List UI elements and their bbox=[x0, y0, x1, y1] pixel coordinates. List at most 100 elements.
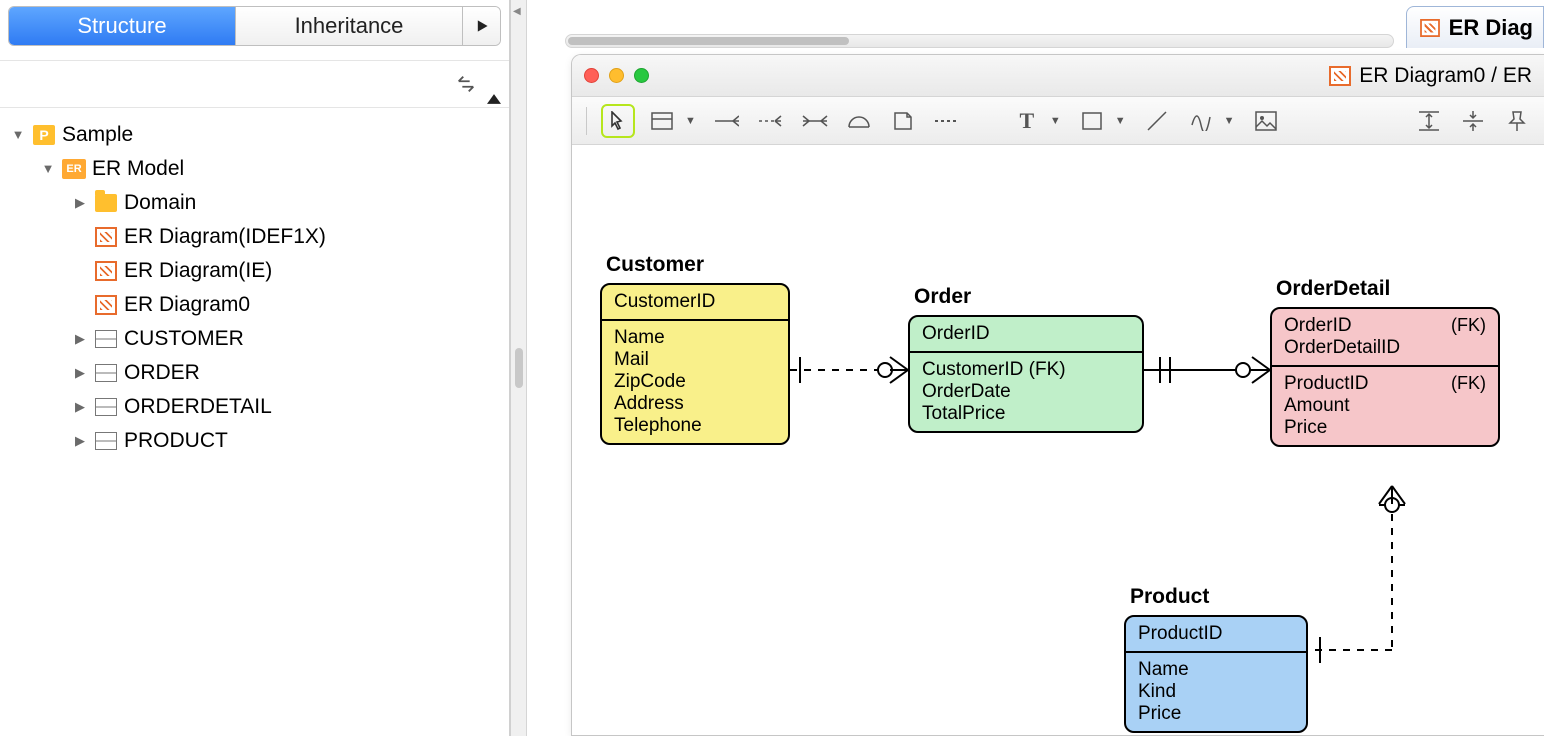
titlebar: ER Diagram0 / ER bbox=[572, 55, 1544, 97]
tree-domain-label: Domain bbox=[124, 186, 196, 220]
diagram-icon bbox=[95, 227, 117, 247]
pk-field: ProductID bbox=[1126, 617, 1306, 653]
chevron-down-icon[interactable]: ▼ bbox=[10, 118, 26, 152]
table-icon bbox=[95, 330, 117, 348]
document-tab[interactable]: ER Diag bbox=[1406, 6, 1544, 48]
tree-orderdetail[interactable]: ▶ ORDERDETAIL bbox=[10, 390, 503, 424]
tree-product-label: PRODUCT bbox=[124, 424, 228, 458]
subtype-tool[interactable] bbox=[846, 108, 872, 134]
entity-title: Product bbox=[1130, 585, 1308, 609]
tab-more-icon[interactable] bbox=[462, 7, 500, 45]
table-icon bbox=[95, 432, 117, 450]
attr-field: Name bbox=[1138, 659, 1294, 681]
splitter[interactable]: ◀ bbox=[511, 0, 527, 736]
tree-orderdetail-label: ORDERDETAIL bbox=[124, 390, 272, 424]
folder-icon bbox=[95, 194, 117, 212]
entity-orderdetail[interactable]: OrderDetail OrderID(FK) OrderDetailID Pr… bbox=[1270, 277, 1500, 447]
sidebar: Structure Inheritance ▼ P Sample ▼ ER ER… bbox=[0, 0, 511, 736]
separator bbox=[586, 107, 587, 135]
tree-customer[interactable]: ▶ CUSTOMER bbox=[10, 322, 503, 356]
tab-structure[interactable]: Structure bbox=[9, 7, 235, 45]
nonidentifying-relation-tool[interactable] bbox=[758, 108, 784, 134]
attr-field: CustomerID (FK) bbox=[922, 359, 1130, 381]
entity-title: Order bbox=[914, 285, 1144, 309]
fk-badge: (FK) bbox=[1451, 315, 1486, 337]
table-icon bbox=[95, 398, 117, 416]
pk-field: OrderID bbox=[1284, 315, 1352, 337]
attr-field: Address bbox=[614, 393, 776, 415]
tree-diagram-0[interactable]: ER Diagram0 bbox=[10, 288, 503, 322]
diagram-icon bbox=[1420, 19, 1440, 37]
tab-bar: Structure Inheritance bbox=[8, 6, 501, 46]
chevron-down-icon[interactable]: ▼ bbox=[40, 152, 56, 186]
pin-tool[interactable] bbox=[1504, 108, 1530, 134]
rect-tool[interactable] bbox=[1079, 108, 1105, 134]
tree-order[interactable]: ▶ ORDER bbox=[10, 356, 503, 390]
attr-field: Price bbox=[1138, 703, 1294, 725]
attr-field: OrderDate bbox=[922, 381, 1130, 403]
minimize-button[interactable] bbox=[609, 68, 624, 83]
diagram-icon bbox=[95, 261, 117, 281]
tree-product[interactable]: ▶ PRODUCT bbox=[10, 424, 503, 458]
freehand-tool[interactable] bbox=[1188, 108, 1214, 134]
pointer-tool[interactable] bbox=[605, 108, 631, 134]
many-many-tool[interactable] bbox=[802, 108, 828, 134]
dropdown-icon[interactable]: ▼ bbox=[1115, 115, 1126, 127]
sync-icon[interactable] bbox=[453, 71, 479, 97]
chevron-right-icon[interactable]: ▶ bbox=[72, 424, 88, 458]
dropdown-icon[interactable]: ▼ bbox=[1050, 115, 1061, 127]
tree-domain[interactable]: ▶ Domain bbox=[10, 186, 503, 220]
attr-field: Kind bbox=[1138, 681, 1294, 703]
entity-title: Customer bbox=[606, 253, 790, 277]
entity-product[interactable]: Product ProductID Name Kind Price bbox=[1124, 585, 1308, 733]
pk-field: OrderID bbox=[910, 317, 1142, 353]
chevron-right-icon[interactable]: ▶ bbox=[72, 322, 88, 356]
attr-field: ZipCode bbox=[614, 371, 776, 393]
tree: ▼ P Sample ▼ ER ER Model ▶ Domain ER Dia… bbox=[0, 108, 509, 458]
tab-inheritance[interactable]: Inheritance bbox=[235, 7, 462, 45]
dash-tool[interactable] bbox=[934, 108, 960, 134]
fk-badge: (FK) bbox=[1451, 373, 1486, 395]
note-tool[interactable] bbox=[890, 108, 916, 134]
dropdown-icon[interactable]: ▼ bbox=[1224, 115, 1235, 127]
tree-order-label: ORDER bbox=[124, 356, 200, 390]
attr-field: Name bbox=[614, 327, 776, 349]
entity-tool[interactable] bbox=[649, 108, 675, 134]
text-tool[interactable]: T bbox=[1014, 108, 1040, 134]
tree-diag-ie-label: ER Diagram(IE) bbox=[124, 254, 272, 288]
identifying-relation-tool[interactable] bbox=[714, 108, 740, 134]
editor-area: ER Diag ER Diagram0 / ER ▼ bbox=[527, 0, 1544, 736]
collapse-marker-icon[interactable] bbox=[487, 89, 501, 109]
entity-customer[interactable]: Customer CustomerID Name Mail ZipCode Ad… bbox=[600, 253, 790, 445]
tree-diag0-label: ER Diagram0 bbox=[124, 288, 250, 322]
tree-ermodel[interactable]: ▼ ER ER Model bbox=[10, 152, 503, 186]
attr-field: Amount bbox=[1284, 395, 1486, 417]
tree-diagram-idef1x[interactable]: ER Diagram(IDEF1X) bbox=[10, 220, 503, 254]
attr-field: TotalPrice bbox=[922, 403, 1130, 425]
tree-ermodel-label: ER Model bbox=[92, 152, 184, 186]
chevron-right-icon[interactable]: ▶ bbox=[72, 356, 88, 390]
zoom-button[interactable] bbox=[634, 68, 649, 83]
document-tab-label: ER Diag bbox=[1449, 15, 1533, 41]
dropdown-icon[interactable]: ▼ bbox=[685, 115, 696, 127]
chevron-right-icon[interactable]: ▶ bbox=[72, 390, 88, 424]
collapse-left-icon[interactable]: ◀ bbox=[513, 6, 521, 17]
traffic-lights bbox=[584, 68, 649, 83]
entity-order[interactable]: Order OrderID CustomerID (FK) OrderDate … bbox=[908, 285, 1144, 433]
tree-customer-label: CUSTOMER bbox=[124, 322, 244, 356]
tree-diag-idef1x-label: ER Diagram(IDEF1X) bbox=[124, 220, 326, 254]
attr-field: Telephone bbox=[614, 415, 776, 437]
tree-toolbar bbox=[0, 60, 509, 108]
diagram-icon bbox=[1329, 66, 1351, 86]
align-center-tool[interactable] bbox=[1460, 108, 1486, 134]
tree-diagram-ie[interactable]: ER Diagram(IE) bbox=[10, 254, 503, 288]
diagram-canvas[interactable]: Customer CustomerID Name Mail ZipCode Ad… bbox=[572, 145, 1544, 735]
tree-root[interactable]: ▼ P Sample bbox=[10, 118, 503, 152]
close-button[interactable] bbox=[584, 68, 599, 83]
chevron-right-icon[interactable]: ▶ bbox=[72, 186, 88, 220]
horizontal-scrollbar[interactable] bbox=[565, 34, 1394, 48]
image-tool[interactable] bbox=[1253, 108, 1279, 134]
line-tool[interactable] bbox=[1144, 108, 1170, 134]
align-vertical-tool[interactable] bbox=[1416, 108, 1442, 134]
diagram-window: ER Diagram0 / ER ▼ bbox=[571, 54, 1544, 736]
